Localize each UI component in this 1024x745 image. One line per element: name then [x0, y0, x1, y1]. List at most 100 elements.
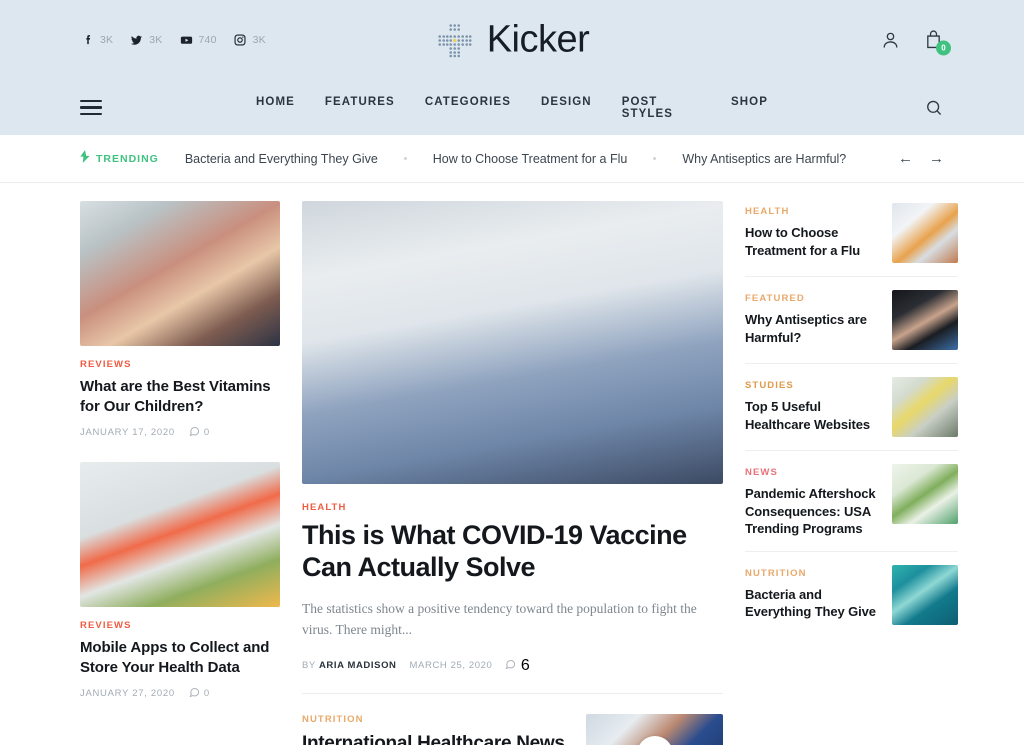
- nav-item-features[interactable]: FEATURES: [325, 96, 395, 120]
- sidebar-item-category[interactable]: STUDIES: [745, 380, 880, 391]
- doctor-holding-syringe-image: [302, 201, 723, 484]
- social-link-youtube[interactable]: 740: [179, 33, 217, 48]
- comment-count: 6: [520, 656, 530, 674]
- twitter-icon: [129, 33, 144, 48]
- podcast-text: NUTRITION International Healthcare News …: [302, 714, 568, 745]
- hero-article: HEALTH This is What COVID-19 Vaccine Can…: [302, 201, 723, 694]
- sidebar-item-category[interactable]: HEALTH: [745, 206, 880, 217]
- hamburger-line: [80, 112, 102, 116]
- instagram-count: 3K: [252, 34, 266, 46]
- hero-image[interactable]: [302, 201, 723, 484]
- sidebar-item-flu: HEALTH How to Choose Treatment for a Flu: [745, 201, 958, 277]
- article-comments: 0: [189, 687, 209, 701]
- hero-date: MARCH 25, 2020: [409, 660, 493, 672]
- sidebar-item-category[interactable]: FEATURED: [745, 293, 880, 304]
- sidebar-item-thumbnail[interactable]: [892, 377, 958, 437]
- health-app-on-phone-image: [80, 461, 280, 607]
- sidebar-item-bacteria: NUTRITION Bacteria and Everything They G…: [745, 552, 958, 638]
- article-title[interactable]: Mobile Apps to Collect and Store Your He…: [80, 638, 280, 678]
- social-link-instagram[interactable]: 3K: [233, 33, 266, 48]
- trending-item-3[interactable]: Why Antiseptics are Harmful?: [682, 152, 846, 166]
- podcast-title[interactable]: International Healthcare News and COVID-…: [302, 732, 568, 745]
- hero-byline: BY ARIA MADISON MARCH 25, 2020 6: [302, 657, 723, 694]
- sidebar-item-title[interactable]: How to Choose Treatment for a Flu: [745, 224, 880, 259]
- logo-dotted-cross-icon: [435, 20, 475, 60]
- podcast-article: NUTRITION International Healthcare News …: [302, 694, 723, 745]
- sidebar-item-text: FEATURED Why Antiseptics are Harmful?: [745, 290, 880, 346]
- article-comments: 0: [189, 426, 209, 440]
- site-logo[interactable]: Kicker: [435, 19, 590, 62]
- trending-nav: ← →: [898, 151, 944, 166]
- sidebar-item-text: HEALTH How to Choose Treatment for a Flu: [745, 203, 880, 259]
- social-link-twitter[interactable]: 3K: [129, 33, 162, 48]
- left-column: REVIEWS What are the Best Vitamins for O…: [80, 201, 280, 745]
- list-item: REVIEWS Mobile Apps to Collect and Store…: [80, 461, 280, 701]
- social-link-facebook[interactable]: 3K: [80, 33, 113, 48]
- comment-icon: [189, 687, 200, 701]
- trending-label: TRENDING: [80, 149, 159, 168]
- nav-item-categories[interactable]: CATEGORIES: [425, 96, 511, 120]
- hand-holding-green-box-image: [892, 464, 958, 524]
- article-category[interactable]: REVIEWS: [80, 620, 280, 631]
- nav-links: HOME FEATURES CATEGORIES DESIGN POST STY…: [256, 96, 768, 120]
- article-meta: JANUARY 27, 2020 0: [80, 687, 280, 701]
- cart-count-badge: 0: [936, 40, 951, 56]
- sidebar-item-thumbnail[interactable]: [892, 290, 958, 350]
- hamburger-line: [80, 106, 102, 109]
- article-category[interactable]: REVIEWS: [80, 359, 280, 370]
- sidebar-item-category[interactable]: NEWS: [745, 467, 880, 478]
- sidebar-item-thumbnail[interactable]: [892, 464, 958, 524]
- trending-label-text: TRENDING: [96, 152, 159, 165]
- family-at-doctor-image: [80, 201, 280, 346]
- nav-item-design[interactable]: DESIGN: [541, 96, 592, 120]
- sidebar-item-thumbnail[interactable]: [892, 203, 958, 263]
- trending-item-2[interactable]: How to Choose Treatment for a Flu: [433, 152, 628, 166]
- list-item: REVIEWS What are the Best Vitamins for O…: [80, 201, 280, 440]
- sidebar-item-antiseptics: FEATURED Why Antiseptics are Harmful?: [745, 277, 958, 364]
- article-thumbnail-vitamins[interactable]: [80, 201, 280, 346]
- hands-antiseptic-image: [892, 290, 958, 350]
- sidebar-item-text: STUDIES Top 5 Useful Healthcare Websites: [745, 377, 880, 433]
- byline-author-name[interactable]: ARIA MADISON: [319, 660, 397, 671]
- nav-item-post-styles[interactable]: POST STYLES: [622, 96, 701, 120]
- top-bar: 3K 3K 740 3K Kicker 0: [0, 0, 1024, 80]
- sidebar-item-text: NEWS Pandemic Aftershock Consequences: U…: [745, 464, 880, 538]
- podcast-thumbnail[interactable]: [586, 713, 723, 745]
- trending-prev-arrow-icon[interactable]: ←: [898, 151, 913, 166]
- facebook-count: 3K: [100, 34, 114, 46]
- instagram-icon: [233, 33, 248, 48]
- byline-prefix: BY: [302, 660, 316, 672]
- youtube-count: 740: [198, 34, 217, 46]
- sidebar-item-title[interactable]: Why Antiseptics are Harmful?: [745, 311, 880, 346]
- article-date: JANUARY 27, 2020: [80, 688, 175, 700]
- comment-icon: [505, 657, 520, 674]
- logo-text: Kicker: [486, 18, 590, 61]
- search-icon[interactable]: [924, 98, 944, 118]
- hero-title[interactable]: This is What COVID-19 Vaccine Can Actual…: [302, 520, 723, 584]
- hero-category[interactable]: HEALTH: [302, 502, 723, 513]
- trending-item-1[interactable]: Bacteria and Everything They Give: [185, 152, 378, 166]
- nav-item-shop[interactable]: SHOP: [731, 96, 768, 120]
- sidebar-item-title[interactable]: Bacteria and Everything They Give: [745, 586, 880, 621]
- article-title[interactable]: What are the Best Vitamins for Our Child…: [80, 377, 280, 417]
- podcast-category[interactable]: NUTRITION: [302, 714, 568, 725]
- sidebar-item-title[interactable]: Top 5 Useful Healthcare Websites: [745, 398, 880, 433]
- sidebar-item-title[interactable]: Pandemic Aftershock Consequences: USA Tr…: [745, 485, 880, 538]
- header-actions: 0: [880, 30, 951, 56]
- facebook-icon: [80, 33, 95, 48]
- article-date: JANUARY 17, 2020: [80, 427, 175, 439]
- hamburger-icon[interactable]: [80, 99, 102, 116]
- nav-item-home[interactable]: HOME: [256, 96, 295, 120]
- article-thumbnail-mobile-apps[interactable]: [80, 461, 280, 607]
- cart-icon[interactable]: 0: [923, 30, 951, 56]
- sidebar-item-category[interactable]: NUTRITION: [745, 568, 880, 579]
- user-icon[interactable]: [880, 30, 901, 51]
- sidebar-item-thumbnail[interactable]: [892, 564, 958, 625]
- hamburger-line: [80, 99, 102, 103]
- site-header: 3K 3K 740 3K Kicker 0 HOME FEATURES CATE…: [0, 0, 1024, 135]
- comment-count: 0: [203, 427, 210, 439]
- sidebar-item-text: NUTRITION Bacteria and Everything They G…: [745, 565, 880, 621]
- trending-next-arrow-icon[interactable]: →: [929, 151, 944, 166]
- trending-separator: [403, 157, 407, 160]
- right-sidebar: HEALTH How to Choose Treatment for a Flu…: [745, 201, 958, 745]
